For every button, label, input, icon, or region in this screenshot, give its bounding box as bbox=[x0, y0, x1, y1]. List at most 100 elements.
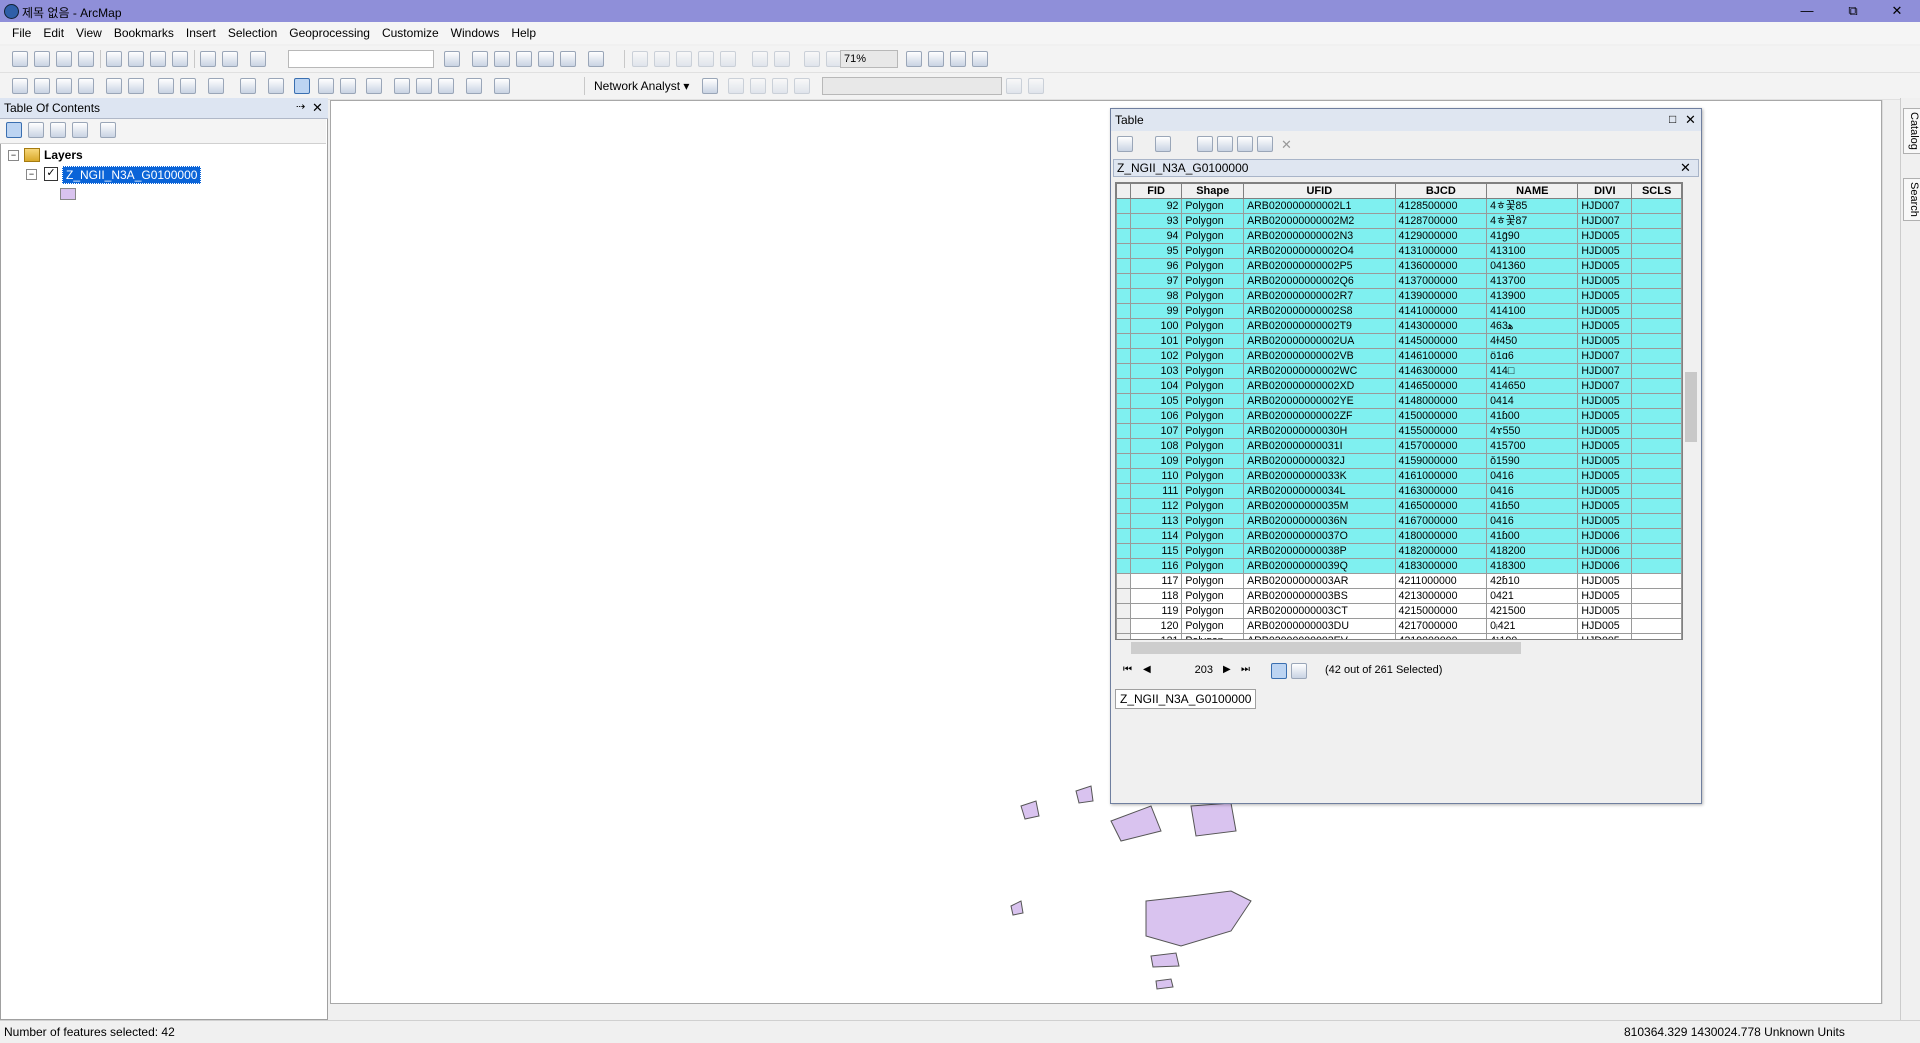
table-bottom-tab[interactable]: Z_NGII_N3A_G0100000 bbox=[1115, 689, 1257, 709]
table-row[interactable]: 97 Polygon ARB020000000002Q6 4137000000 4137… bbox=[1116, 273, 1682, 289]
select-features-icon[interactable] bbox=[208, 78, 224, 94]
network-analyst-window-icon[interactable] bbox=[702, 78, 718, 94]
menu-view[interactable]: View bbox=[70, 22, 108, 44]
table-options-icon[interactable] bbox=[1117, 136, 1133, 152]
row-selector[interactable] bbox=[1116, 318, 1131, 334]
new-document-icon[interactable] bbox=[12, 51, 28, 67]
identify-icon[interactable] bbox=[294, 78, 310, 94]
catalog-tab[interactable]: Catalog bbox=[1903, 108, 1920, 154]
add-data-icon[interactable] bbox=[250, 51, 266, 67]
table-vertical-scrollbar[interactable] bbox=[1683, 182, 1699, 640]
python-window-icon[interactable] bbox=[560, 51, 576, 67]
menu-windows[interactable]: Windows bbox=[445, 22, 506, 44]
layout-zoom-in-icon[interactable] bbox=[632, 51, 648, 67]
menu-geoprocessing[interactable]: Geoprocessing bbox=[283, 22, 376, 44]
menu-file[interactable]: File bbox=[6, 22, 37, 44]
redo-icon[interactable] bbox=[222, 51, 238, 67]
layout-fixed-zoom-out-icon[interactable] bbox=[774, 51, 790, 67]
table-row[interactable]: 106 Polygon ARB020000000002ZF 4150000000 41ɓ… bbox=[1116, 408, 1682, 424]
table-row[interactable]: 108 Polygon ARB020000000031I 4157000000 4157… bbox=[1116, 438, 1682, 454]
network-identify-icon[interactable] bbox=[1028, 78, 1044, 94]
measure-icon[interactable] bbox=[366, 78, 382, 94]
row-selector[interactable] bbox=[1116, 363, 1131, 379]
row-selector[interactable] bbox=[1116, 393, 1131, 409]
col-header-divi[interactable]: DIVI bbox=[1577, 183, 1633, 199]
col-header-fid[interactable]: FID bbox=[1129, 183, 1183, 199]
table-row[interactable]: 100 Polygon ARB020000000002T9 4143000000 46ﻫ… bbox=[1116, 318, 1682, 334]
delete-selected-icon[interactable]: ✕ bbox=[1281, 138, 1292, 152]
fixed-zoom-out-icon[interactable] bbox=[128, 78, 144, 94]
select-by-attributes-icon[interactable] bbox=[1197, 136, 1213, 152]
col-header-ufid[interactable]: UFID bbox=[1243, 183, 1396, 199]
table-row[interactable]: 111 Polygon ARB020000000034L 4163000000 0416… bbox=[1116, 483, 1682, 499]
row-selector[interactable] bbox=[1116, 543, 1131, 559]
table-row[interactable]: 94 Polygon ARB020000000002N3 4129000000 41ḡ9… bbox=[1116, 228, 1682, 244]
arctoolbox-icon[interactable] bbox=[538, 51, 554, 67]
table-row[interactable]: 101 Polygon ARB020000000002UA 4145000000 4ɫ4… bbox=[1116, 333, 1682, 349]
cut-icon[interactable] bbox=[106, 51, 122, 67]
layout-fixed-zoom-in-icon[interactable] bbox=[752, 51, 768, 67]
row-selector[interactable] bbox=[1116, 498, 1131, 514]
row-selector[interactable] bbox=[1116, 258, 1131, 274]
clear-selection-icon[interactable] bbox=[240, 78, 256, 94]
table-tab-close-icon[interactable]: ✕ bbox=[1680, 161, 1691, 175]
focus-data-frame-icon[interactable] bbox=[928, 51, 944, 67]
data-driven-pages-icon[interactable] bbox=[972, 51, 988, 67]
menu-selection[interactable]: Selection bbox=[222, 22, 283, 44]
zoom-out-icon[interactable] bbox=[34, 78, 50, 94]
row-selector[interactable] bbox=[1116, 198, 1131, 214]
layout-back-icon[interactable] bbox=[804, 51, 820, 67]
layout-zoom-100-icon[interactable] bbox=[720, 51, 736, 67]
table-hscroll-thumb[interactable] bbox=[1131, 642, 1521, 654]
row-selector[interactable] bbox=[1116, 558, 1131, 574]
record-number[interactable]: 203 bbox=[1173, 664, 1213, 676]
col-header-shape[interactable]: Shape bbox=[1181, 183, 1245, 199]
row-selector[interactable] bbox=[1116, 303, 1131, 319]
col-header-bjcd[interactable]: BJCD bbox=[1394, 183, 1488, 199]
last-record-icon[interactable]: ⏭ bbox=[1241, 664, 1250, 675]
table-row[interactable]: 102 Polygon ARB020000000002VB 4146100000 ö1ɑ… bbox=[1116, 348, 1682, 364]
clear-table-selection-icon[interactable] bbox=[1237, 136, 1253, 152]
first-record-icon[interactable]: ⏮ bbox=[1123, 664, 1132, 675]
layout-zoom-combo[interactable]: 71% bbox=[840, 50, 898, 68]
select-move-location-icon[interactable] bbox=[750, 78, 766, 94]
find-route-icon[interactable] bbox=[416, 78, 432, 94]
row-selector[interactable] bbox=[1116, 438, 1131, 454]
menu-bookmarks[interactable]: Bookmarks bbox=[108, 22, 180, 44]
row-selector[interactable] bbox=[1116, 273, 1131, 289]
list-by-source-icon[interactable] bbox=[28, 122, 44, 138]
switch-selection-icon[interactable] bbox=[1217, 136, 1233, 152]
show-all-records-icon[interactable] bbox=[1271, 663, 1287, 679]
row-selector[interactable] bbox=[1116, 408, 1131, 424]
table-row[interactable]: 112 Polygon ARB020000000035M 4165000000 41ɓ5… bbox=[1116, 498, 1682, 514]
table-row[interactable]: 116 Polygon ARB020000000039Q 4183000000 4183… bbox=[1116, 558, 1682, 574]
row-selector[interactable] bbox=[1116, 348, 1131, 364]
row-selector[interactable] bbox=[1116, 288, 1131, 304]
table-row[interactable]: 119 Polygon ARB02000000003CT 4215000000 4215… bbox=[1116, 603, 1682, 619]
layers-collapse-icon[interactable]: − bbox=[8, 150, 19, 161]
build-network-icon[interactable] bbox=[1006, 78, 1022, 94]
row-selector[interactable] bbox=[1116, 453, 1131, 469]
list-by-selection-icon[interactable] bbox=[72, 122, 88, 138]
table-row[interactable]: 113 Polygon ARB020000000036N 4167000000 0416… bbox=[1116, 513, 1682, 529]
create-viewer-window-icon[interactable] bbox=[494, 78, 510, 94]
map-horizontal-scrollbar[interactable] bbox=[330, 1004, 1882, 1020]
hyperlink-icon[interactable] bbox=[318, 78, 334, 94]
toggle-draft-mode-icon[interactable] bbox=[906, 51, 922, 67]
select-elements-icon[interactable] bbox=[268, 78, 284, 94]
delete-icon[interactable] bbox=[172, 51, 188, 67]
table-row[interactable]: 92 Polygon ARB020000000002L1 4128500000 4ㅎ꽃8… bbox=[1116, 198, 1682, 214]
copy-icon[interactable] bbox=[128, 51, 144, 67]
close-button[interactable]: ✕ bbox=[1874, 0, 1920, 22]
row-selector[interactable] bbox=[1116, 483, 1131, 499]
layout-zoom-out-icon[interactable] bbox=[654, 51, 670, 67]
table-row[interactable]: 104 Polygon ARB020000000002XD 4146500000 414… bbox=[1116, 378, 1682, 394]
table-row[interactable]: 107 Polygon ARB020000000030H 4155000000 4ɤ55… bbox=[1116, 423, 1682, 439]
table-row[interactable]: 98 Polygon ARB020000000002R7 4139000000 4139… bbox=[1116, 288, 1682, 304]
row-selector[interactable] bbox=[1116, 243, 1131, 259]
layout-full-extent-icon[interactable] bbox=[698, 51, 714, 67]
pan-icon[interactable] bbox=[56, 78, 72, 94]
row-selector[interactable] bbox=[1116, 468, 1131, 484]
row-selector[interactable] bbox=[1116, 618, 1131, 634]
map-scale-combo[interactable] bbox=[288, 50, 434, 68]
